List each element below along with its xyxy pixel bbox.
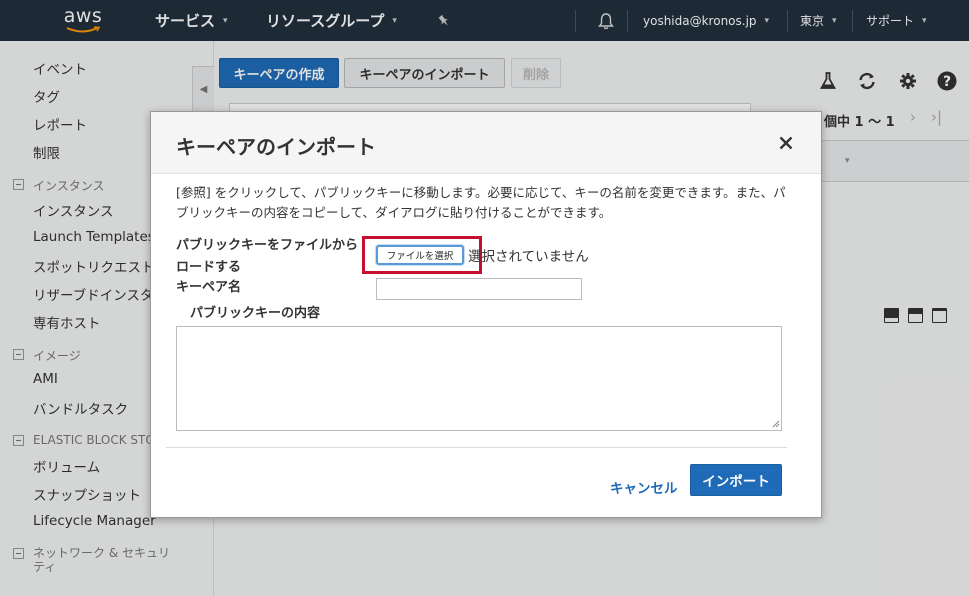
import-button[interactable]: インポート (690, 464, 782, 496)
keypair-name-label: キーペア名 (176, 280, 242, 295)
file-upload-label-line2: ロードする (176, 260, 242, 275)
resize-grip-icon[interactable] (770, 418, 780, 428)
dialog-description: [参照] をクリックして、パブリックキーに移動します。必要に応じて、キーの名前を… (176, 185, 786, 220)
keypair-name-input[interactable] (376, 278, 582, 300)
public-key-label: パブリックキーの内容 (190, 306, 321, 321)
choose-file-button[interactable]: ファイルを選択 (376, 245, 464, 265)
file-upload-label-line1: パブリックキーをファイルから (176, 238, 359, 253)
import-keypair-dialog: キーペアのインポート [参照] をクリックして、パブリックキーに移動します。必要… (150, 111, 822, 518)
file-status: 選択されていません (468, 249, 589, 265)
dialog-title: キーペアのインポート (176, 135, 376, 159)
public-key-textarea[interactable] (176, 326, 782, 431)
dialog-divider (166, 447, 787, 448)
close-icon[interactable] (777, 134, 795, 152)
dialog-header: キーペアのインポート (151, 112, 821, 174)
cancel-button[interactable]: キャンセル (610, 477, 678, 497)
